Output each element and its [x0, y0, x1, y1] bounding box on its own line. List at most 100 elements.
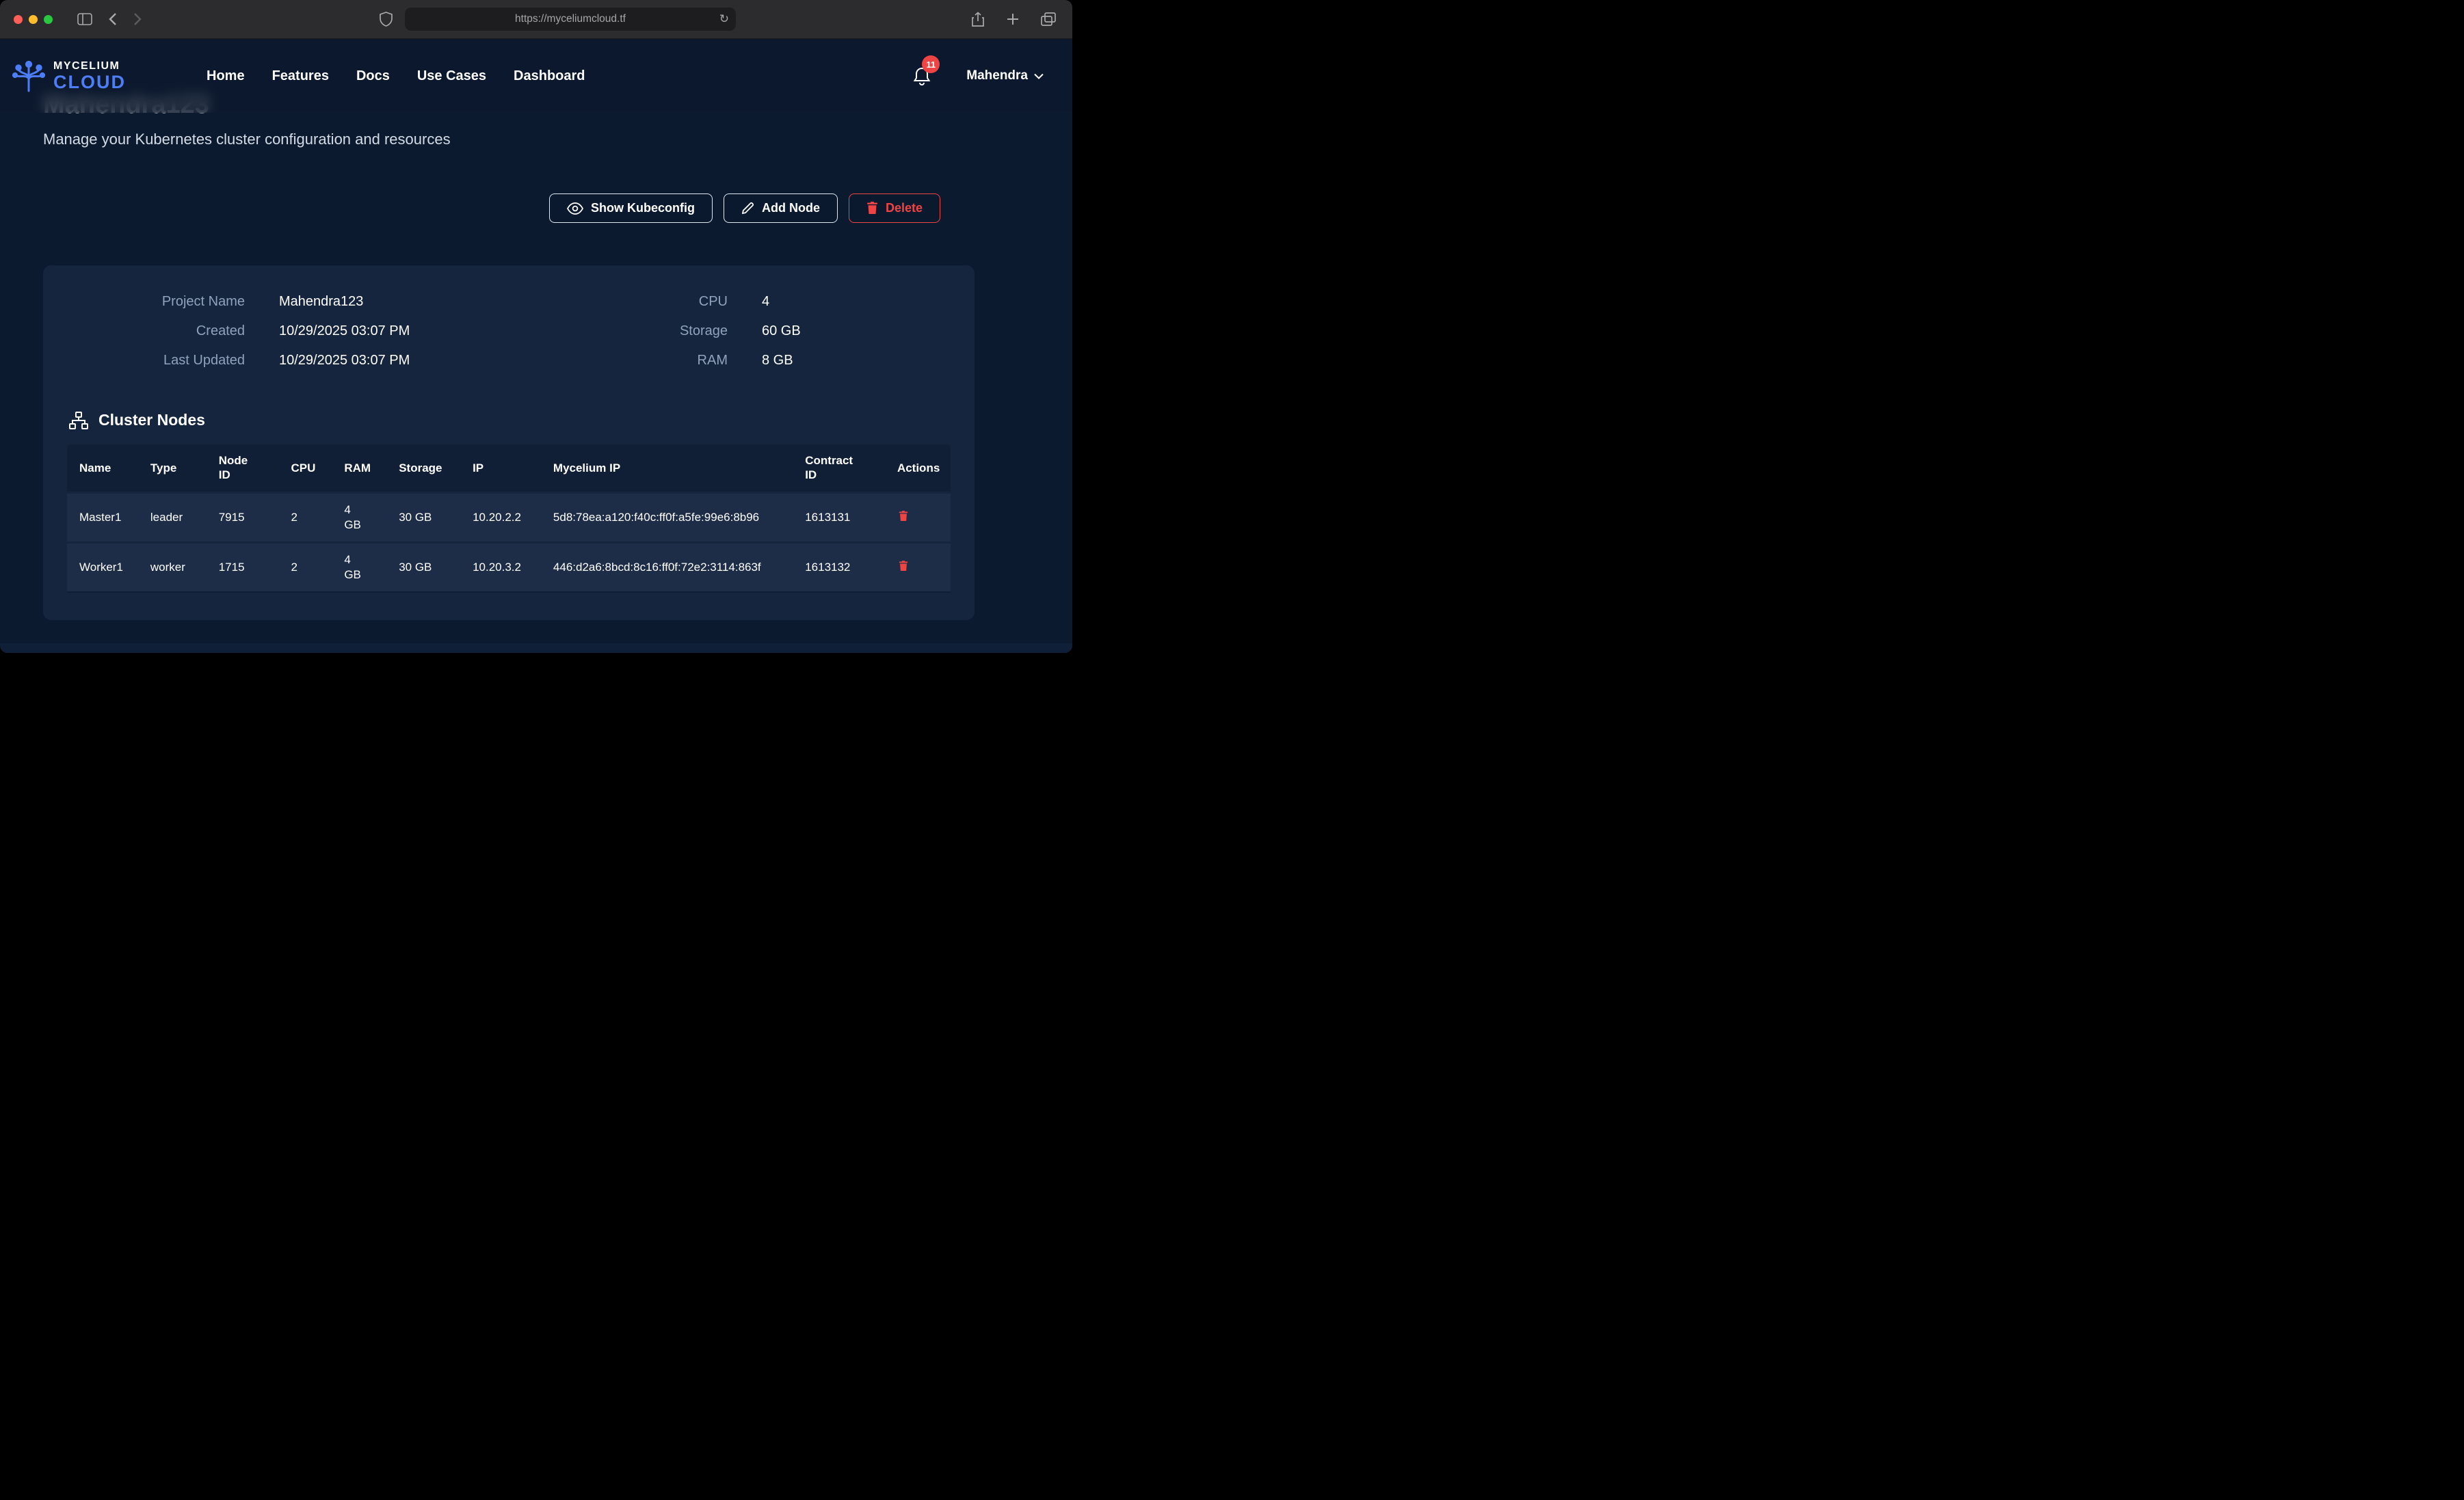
chevron-down-icon — [1034, 73, 1044, 79]
pencil-icon — [741, 202, 754, 215]
delete-cluster-button[interactable]: Delete — [849, 193, 940, 223]
user-name: Mahendra — [966, 68, 1028, 83]
nav-links: Home Features Docs Use Cases Dashboard — [207, 68, 585, 84]
column-header-ip: IP — [464, 444, 545, 492]
details-right-column: CPU 4 Storage 60 GB RAM 8 GB — [509, 294, 951, 382]
cluster-nodes-table: Name Type Node ID CPU RAM Storage IP Myc… — [67, 444, 951, 593]
cell-mycelium-ip: 5d8:78ea:a120:f40c:ff0f:a5fe:99e6:8b96 — [545, 492, 797, 542]
cell-node-id: 7915 — [211, 492, 283, 542]
add-node-label: Add Node — [762, 201, 820, 215]
nav-item-features[interactable]: Features — [272, 68, 329, 84]
cell-mycelium-ip: 446:d2a6:8bcd:8c16:ff0f:72e2:3114:863f — [545, 542, 797, 592]
trash-icon — [866, 202, 878, 215]
table-row: Worker1 worker 1715 2 4 GB 30 GB 10.20.3… — [67, 542, 951, 592]
cell-type: leader — [142, 492, 211, 542]
cell-storage: 30 GB — [390, 542, 464, 592]
detail-value: 8 GB — [762, 353, 793, 369]
page-subtitle: Manage your Kubernetes cluster configura… — [43, 131, 1072, 148]
cell-node-id: 1715 — [211, 542, 283, 592]
cell-storage: 30 GB — [390, 492, 464, 542]
table-row: Master1 leader 7915 2 4 GB 30 GB 10.20.2… — [67, 492, 951, 542]
footer-band — [0, 643, 1072, 653]
column-header-storage: Storage — [390, 444, 464, 492]
column-header-ram: RAM — [336, 444, 390, 492]
delete-node-button[interactable] — [897, 559, 910, 573]
zoom-window-button[interactable] — [44, 15, 53, 24]
detail-value: 10/29/2025 03:07 PM — [279, 323, 410, 339]
details-left-column: Project Name Mahendra123 Created 10/29/2… — [67, 294, 509, 382]
cell-actions — [889, 492, 951, 542]
column-header-name: Name — [67, 444, 142, 492]
forward-button[interactable] — [131, 10, 144, 29]
browser-window: https://myceliumcloud.tf ↻ Mahendr — [0, 0, 1072, 653]
delete-node-button[interactable] — [897, 509, 910, 523]
detail-row: RAM 8 GB — [509, 353, 951, 369]
detail-value: Mahendra123 — [279, 294, 363, 310]
show-kubeconfig-button[interactable]: Show Kubeconfig — [549, 193, 713, 223]
cluster-details-card: Project Name Mahendra123 Created 10/29/2… — [43, 265, 975, 620]
cell-cpu: 2 — [282, 542, 336, 592]
traffic-lights — [14, 15, 53, 24]
nav-item-use-cases[interactable]: Use Cases — [417, 68, 486, 84]
back-button[interactable] — [106, 10, 120, 29]
notification-count-badge: 11 — [922, 55, 940, 73]
address-bar[interactable]: https://myceliumcloud.tf ↻ — [405, 8, 736, 31]
detail-label: RAM — [509, 353, 728, 369]
column-header-actions: Actions — [889, 444, 951, 492]
column-header-cpu: CPU — [282, 444, 336, 492]
reload-icon[interactable]: ↻ — [719, 12, 729, 26]
cell-ip: 10.20.3.2 — [464, 542, 545, 592]
detail-value: 60 GB — [762, 323, 801, 339]
detail-row: CPU 4 — [509, 294, 951, 310]
mycelium-logo-icon — [10, 58, 48, 94]
cell-name: Worker1 — [67, 542, 142, 592]
new-tab-icon[interactable] — [1004, 10, 1022, 28]
add-node-button[interactable]: Add Node — [724, 193, 838, 223]
detail-row: Last Updated 10/29/2025 03:07 PM — [67, 353, 509, 369]
top-navigation: MYCELIUM CLOUD Home Features Docs Use Ca… — [0, 39, 1072, 113]
privacy-shield-icon[interactable] — [377, 9, 395, 29]
cell-type: worker — [142, 542, 211, 592]
scroll-area: Mahendra123 Manage your Kubernetes clust… — [0, 39, 1072, 653]
detail-row: Storage 60 GB — [509, 323, 951, 339]
cluster-nodes-title: Cluster Nodes — [98, 411, 205, 429]
cell-name: Master1 — [67, 492, 142, 542]
cell-contract-id: 1613131 — [797, 492, 889, 542]
cell-ram: 4 GB — [336, 542, 390, 592]
column-header-contract-id: Contract ID — [797, 444, 889, 492]
brand-line1: MYCELIUM — [53, 61, 126, 72]
detail-value: 10/29/2025 03:07 PM — [279, 353, 410, 369]
detail-value: 4 — [762, 294, 769, 310]
detail-label: CPU — [509, 294, 728, 310]
page-content: Mahendra123 Manage your Kubernetes clust… — [0, 39, 1072, 653]
detail-label: Created — [67, 323, 245, 339]
column-header-mycelium-ip: Mycelium IP — [545, 444, 797, 492]
tab-overview-icon[interactable] — [1038, 10, 1059, 29]
minimize-window-button[interactable] — [29, 15, 38, 24]
notifications-button[interactable]: 11 — [913, 66, 931, 85]
cluster-nodes-icon — [69, 412, 88, 429]
nav-item-home[interactable]: Home — [207, 68, 245, 84]
cell-contract-id: 1613132 — [797, 542, 889, 592]
cluster-nodes-heading: Cluster Nodes — [69, 411, 951, 429]
column-header-type: Type — [142, 444, 211, 492]
brand-logo[interactable]: MYCELIUM CLOUD — [10, 58, 126, 94]
detail-label: Storage — [509, 323, 728, 339]
detail-row: Created 10/29/2025 03:07 PM — [67, 323, 509, 339]
nav-item-dashboard[interactable]: Dashboard — [514, 68, 585, 84]
cell-cpu: 2 — [282, 492, 336, 542]
delete-label: Delete — [886, 201, 923, 215]
cluster-actions-row: Show Kubeconfig Add Node — [43, 193, 940, 223]
nav-item-docs[interactable]: Docs — [356, 68, 390, 84]
table-header-row: Name Type Node ID CPU RAM Storage IP Myc… — [67, 444, 951, 492]
close-window-button[interactable] — [14, 15, 23, 24]
cell-actions — [889, 542, 951, 592]
show-kubeconfig-label: Show Kubeconfig — [591, 201, 695, 215]
sidebar-toggle-icon[interactable] — [75, 10, 95, 28]
eye-icon — [567, 202, 583, 215]
share-icon[interactable] — [968, 9, 988, 29]
detail-label: Last Updated — [67, 353, 245, 369]
column-header-node-id: Node ID — [211, 444, 283, 492]
user-menu[interactable]: Mahendra — [966, 68, 1044, 83]
detail-label: Project Name — [67, 294, 245, 310]
